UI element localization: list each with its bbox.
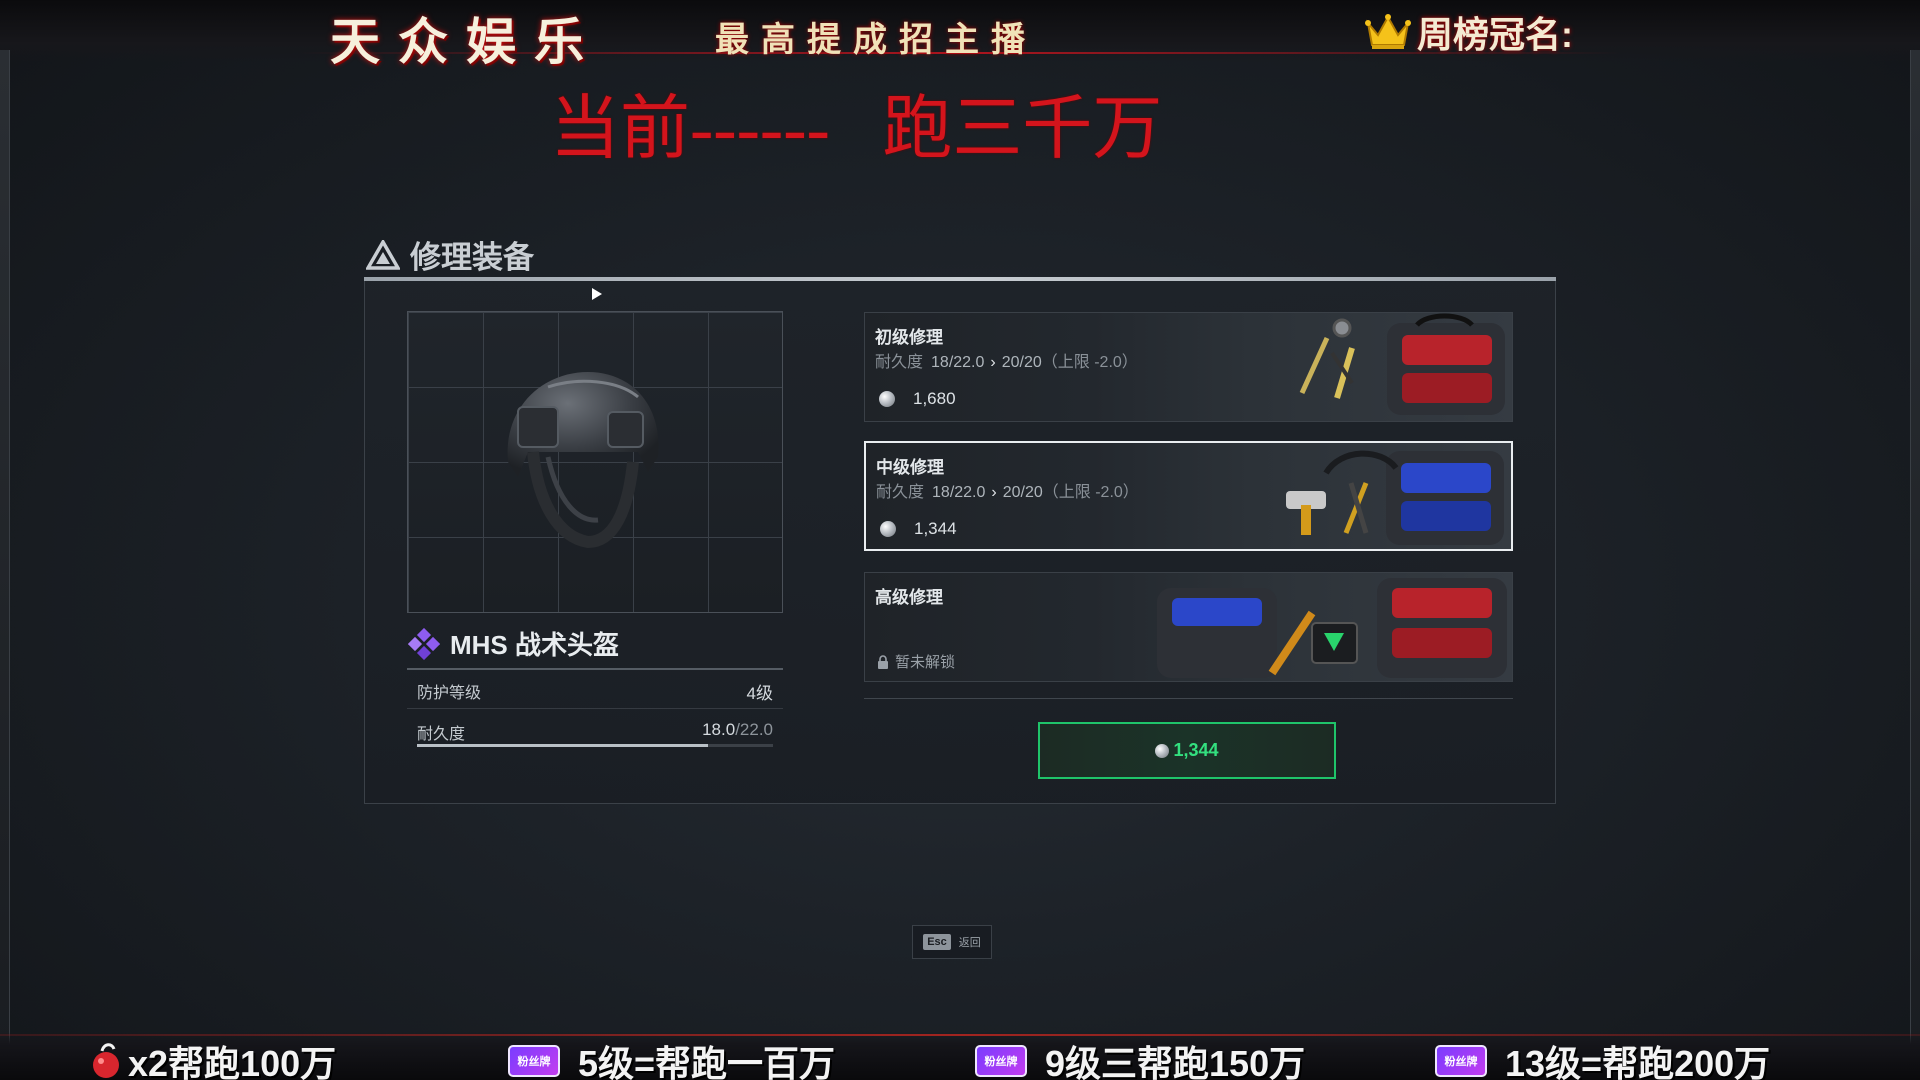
fan-badge-icon: 粉丝牌 (508, 1045, 560, 1077)
option-durability-label: 耐久度 (875, 354, 924, 371)
ticker-item: 粉丝牌 13级=帮跑200万 (1435, 1035, 1770, 1080)
ticker-text: 13级=帮跑200万 (1505, 1043, 1771, 1080)
overlay-headline: 当前------ 跑三千万 (550, 91, 1163, 168)
ticker-item: 粉丝牌 5级=帮跑一百万 (508, 1035, 835, 1080)
warning-triangle-icon (366, 239, 400, 270)
overlay-frame-right (1910, 50, 1920, 1050)
option-price-value: 1,344 (914, 519, 957, 538)
stat-divider (407, 708, 783, 709)
weekly-sponsor-label: 周榜冠名: (1417, 14, 1573, 55)
durability-current: 18.0 (702, 720, 736, 739)
panel-title: 修理装备 (366, 232, 534, 277)
lock-icon (878, 654, 888, 669)
coin-icon (880, 521, 896, 537)
ticker-text: 9级三帮跑150万 (1045, 1043, 1306, 1080)
option-durability-label: 耐久度 (876, 484, 925, 501)
repair-kit-advanced-icon (1157, 578, 1507, 678)
option-lock-text: 暂未解锁 (895, 654, 956, 671)
mouse-cursor-icon (592, 288, 602, 300)
option-durability: 耐久度 18/22.0 › 20/20（上限 -2.0） (875, 348, 1138, 372)
protection-level-row: 防护等级 4级 (417, 679, 773, 704)
ticker-text: x2帮跑100万 (128, 1043, 337, 1080)
overlay-frame-left (0, 50, 10, 1050)
option-price: 1,680 (879, 389, 956, 409)
rarity-diamond-icon (408, 627, 440, 660)
ticker-text: 5级=帮跑一百万 (578, 1043, 836, 1080)
repair-option-basic[interactable]: 初级修理 耐久度 18/22.0 › 20/20（上限 -2.0） 1,680 (864, 312, 1513, 422)
option-title: 初级修理 (875, 328, 943, 347)
protection-value: 4级 (746, 684, 773, 703)
back-button[interactable]: Esc 返回 (912, 925, 992, 959)
durability-value: 18.0/22.0 (702, 720, 773, 744)
option-durability-to: 20/20 (1002, 484, 1043, 501)
protection-label: 防护等级 (417, 685, 482, 702)
coin-icon (879, 391, 895, 407)
repair-option-advanced[interactable]: 高级修理 暂未解锁 (864, 572, 1513, 682)
confirm-price: 1,344 (1173, 740, 1219, 760)
durability-label: 耐久度 (417, 726, 466, 743)
overlay-brand-title: 天众娱乐 (330, 14, 602, 70)
fan-badge-icon: 粉丝牌 (975, 1045, 1027, 1077)
overlay-weekly-sponsor: 周榜冠名: (1365, 6, 1573, 58)
coin-icon (1155, 743, 1170, 758)
esc-key-icon: Esc (923, 934, 951, 950)
fan-badge-icon: 粉丝牌 (1435, 1045, 1487, 1077)
item-name-divider (407, 668, 783, 670)
repair-option-intermediate[interactable]: 中级修理 耐久度 18/22.0 › 20/20（上限 -2.0） 1,344 (864, 441, 1513, 551)
repair-kit-intermediate-icon (1286, 450, 1504, 545)
ticker-item: 粉丝牌 9级三帮跑150万 (975, 1035, 1305, 1080)
durability-max: /22.0 (735, 720, 773, 739)
option-title: 中级修理 (876, 458, 944, 477)
gift-icon (93, 1043, 119, 1078)
option-title: 高级修理 (875, 588, 943, 607)
option-price-value: 1,680 (913, 389, 956, 408)
option-durability-to: 20/20 (1001, 354, 1042, 371)
option-durability-from: 18/22.0 (931, 354, 985, 371)
option-limit: （上限 -2.0） (1041, 354, 1138, 371)
option-price: 1,344 (880, 519, 957, 539)
option-durability: 耐久度 18/22.0 › 20/20（上限 -2.0） (876, 478, 1139, 502)
durability-row: 耐久度 18.0/22.0 (417, 720, 773, 744)
options-divider (864, 698, 1513, 699)
option-limit: （上限 -2.0） (1042, 484, 1139, 501)
chevron-right-icon: › (991, 484, 997, 501)
repair-kit-basic-icon (1299, 313, 1505, 415)
item-name-text: MHS 战术头盔 (450, 630, 620, 660)
chevron-right-icon: › (990, 354, 996, 371)
confirm-repair-button[interactable]: 1,344 (1038, 722, 1336, 779)
overlay-brand-subtitle: 最高提成招主播 (715, 22, 1037, 59)
panel-title-text: 修理装备 (410, 240, 534, 275)
item-name: MHS 战术头盔 (408, 625, 619, 662)
helmet-icon (507, 372, 659, 549)
item-preview (407, 311, 783, 613)
option-durability-from: 18/22.0 (932, 484, 986, 501)
back-label: 返回 (958, 937, 981, 949)
crown-icon (1365, 14, 1411, 49)
durability-bar (417, 744, 773, 747)
ticker-item: x2帮跑100万 (84, 1035, 336, 1080)
durability-bar-fill (417, 744, 709, 747)
option-locked: 暂未解锁 (877, 651, 955, 672)
